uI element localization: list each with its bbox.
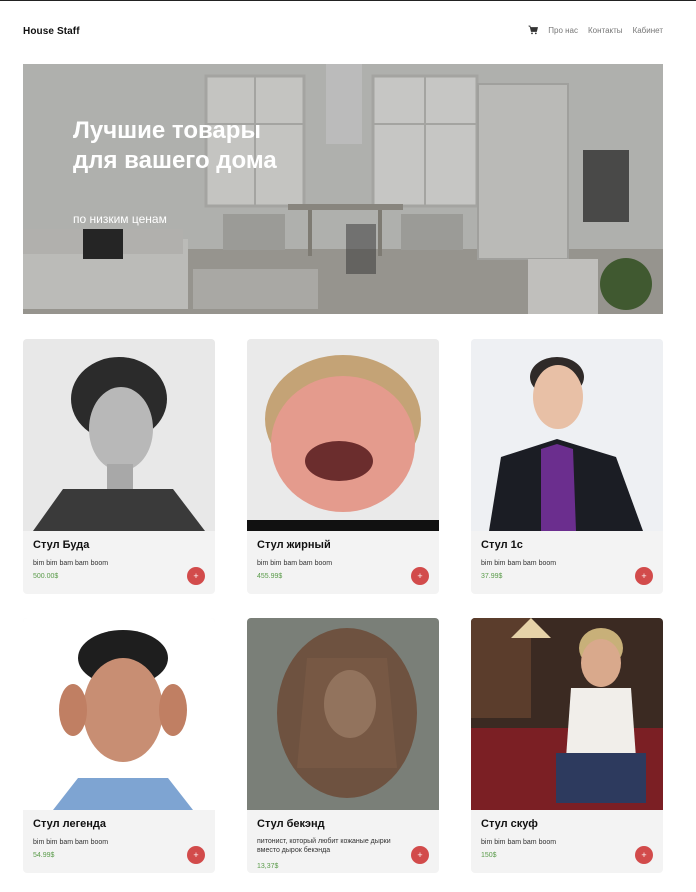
product-card[interactable]: Стул 1с bim bim bam bam boom 37.99$ + [471, 339, 663, 594]
plus-icon: + [417, 571, 423, 581]
product-description: bim bim bam bam boom [257, 560, 333, 567]
product-card[interactable]: Стул скуф bim bim bam bam boom 150$ + [471, 618, 663, 873]
main-nav: Про нас Контакты Кабинет [528, 25, 663, 35]
hero-subtitle: по низким ценам [73, 212, 167, 226]
add-to-cart-button[interactable]: + [635, 567, 653, 585]
nav-link-about[interactable]: Про нас [548, 26, 578, 35]
product-description: питонист, который любит кожаные дырки вм… [257, 838, 391, 854]
hero-banner: Лучшие товары для вашего дома по низким … [23, 64, 663, 314]
product-photo [23, 618, 215, 810]
product-description: bim bim bam bam boom [481, 839, 557, 846]
hero-title: Лучшие товары для вашего дома [73, 117, 277, 174]
product-photo [247, 339, 439, 531]
product-title: Стул легенда [33, 818, 107, 830]
hero-room-illustration [23, 64, 663, 314]
add-to-cart-button[interactable]: + [187, 567, 205, 585]
product-title: Стул скуф [481, 818, 538, 830]
add-to-cart-button[interactable]: + [187, 846, 205, 864]
product-card[interactable]: Стул бекэнд питонист, который любит кожа… [247, 618, 439, 873]
product-card[interactable]: Стул Буда bim bim bam bam boom 500.00$ + [23, 339, 215, 594]
product-price: 54.99$ [33, 852, 55, 859]
product-price: 150$ [481, 852, 497, 859]
product-photo [247, 618, 439, 810]
product-card[interactable]: Стул жирный bim bim bam bam boom 455.99$… [247, 339, 439, 594]
product-description: bim bim bam bam boom [33, 839, 109, 846]
product-description: bim bim bam bam boom [481, 560, 557, 567]
top-border [0, 0, 696, 1]
site-header: House Staff Про нас Контакты Кабинет [23, 24, 663, 42]
product-price: 13,37$ [257, 863, 279, 870]
add-to-cart-button[interactable]: + [635, 846, 653, 864]
product-price: 500.00$ [33, 573, 59, 580]
add-to-cart-button[interactable]: + [411, 846, 429, 864]
product-title: Стул бекэнд [257, 818, 325, 830]
nav-link-cabinet[interactable]: Кабинет [633, 26, 663, 35]
product-photo [471, 339, 663, 531]
add-to-cart-button[interactable]: + [411, 567, 429, 585]
product-price: 37.99$ [481, 573, 503, 580]
plus-icon: + [193, 571, 199, 581]
product-title: Стул жирный [257, 539, 331, 551]
cart-icon[interactable] [528, 25, 539, 35]
product-title: Стул 1с [481, 539, 523, 551]
product-description: bim bim bam bam boom [33, 560, 109, 567]
site-logo[interactable]: House Staff [23, 26, 80, 37]
plus-icon: + [641, 850, 647, 860]
product-title: Стул Буда [33, 539, 90, 551]
plus-icon: + [193, 850, 199, 860]
product-photo [471, 618, 663, 810]
product-card[interactable]: Стул легенда bim bim bam bam boom 54.99$… [23, 618, 215, 873]
plus-icon: + [641, 571, 647, 581]
plus-icon: + [417, 850, 423, 860]
nav-link-contacts[interactable]: Контакты [588, 26, 623, 35]
product-price: 455.99$ [257, 573, 283, 580]
product-photo [23, 339, 215, 531]
